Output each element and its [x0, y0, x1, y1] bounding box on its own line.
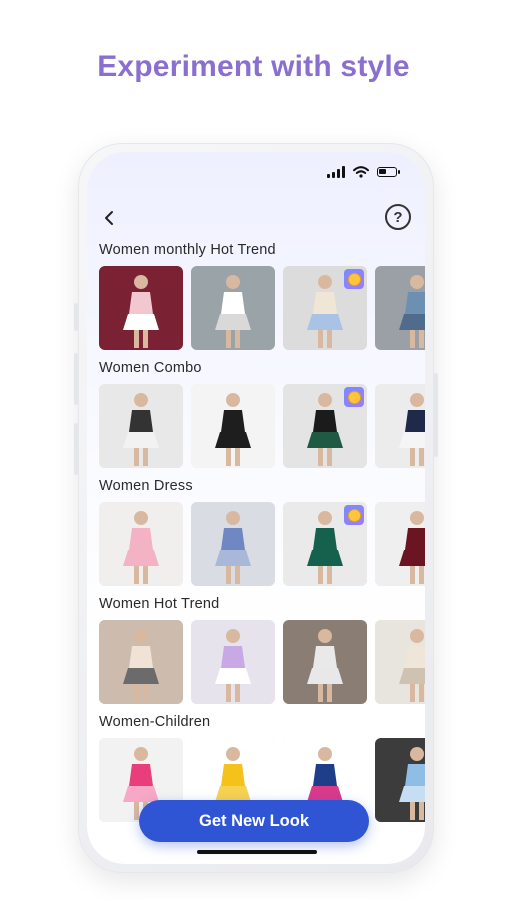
outfit-image — [191, 502, 275, 586]
coin-icon — [347, 508, 361, 522]
outfit-row — [99, 384, 425, 468]
outfit-thumbnail[interactable] — [375, 266, 425, 350]
outfit-image — [375, 266, 425, 350]
headline: Experiment with style — [97, 50, 410, 83]
outfit-image — [99, 502, 183, 586]
outfit-image — [375, 502, 425, 586]
outfit-thumbnail[interactable] — [99, 266, 183, 350]
coin-icon — [347, 272, 361, 286]
outfit-thumbnail[interactable] — [283, 502, 367, 586]
battery-icon — [377, 167, 400, 177]
outfit-thumbnail[interactable] — [283, 384, 367, 468]
outfit-thumbnail[interactable] — [99, 620, 183, 704]
outfit-image — [191, 266, 275, 350]
home-indicator — [197, 850, 317, 854]
outfit-thumbnail[interactable] — [375, 384, 425, 468]
premium-badge-icon — [344, 387, 364, 407]
outfit-thumbnail[interactable] — [191, 620, 275, 704]
outfit-image — [375, 738, 425, 822]
outfit-image — [191, 620, 275, 704]
outfit-section: Women Combo — [99, 358, 425, 468]
phone-frame: ? Women monthly Hot Trend Women Combo Wome… — [74, 143, 438, 873]
outfit-sections: Women monthly Hot Trend Women Combo Women … — [99, 240, 425, 830]
outfit-thumbnail[interactable] — [375, 502, 425, 586]
outfit-thumbnail[interactable] — [191, 266, 275, 350]
outfit-image — [99, 266, 183, 350]
section-title: Women-Children — [99, 714, 211, 730]
outfit-thumbnail[interactable] — [191, 384, 275, 468]
premium-badge-icon — [344, 269, 364, 289]
status-bar — [327, 166, 400, 178]
page: Experiment with style ? Women monthly Ho… — [0, 0, 507, 900]
phone-side-button — [74, 353, 78, 405]
help-button[interactable]: ? — [385, 204, 411, 230]
outfit-image — [375, 620, 425, 704]
section-title: Women monthly Hot Trend — [99, 242, 276, 258]
section-title: Women Combo — [99, 360, 202, 376]
phone-side-button — [74, 423, 78, 475]
outfit-thumbnail[interactable] — [375, 738, 425, 822]
outfit-row — [99, 502, 425, 586]
get-new-look-button[interactable]: Get New Look — [139, 800, 369, 842]
outfit-image — [99, 384, 183, 468]
outfit-thumbnail[interactable] — [375, 620, 425, 704]
outfit-thumbnail[interactable] — [283, 266, 367, 350]
outfit-thumbnail[interactable] — [99, 384, 183, 468]
outfit-image — [99, 620, 183, 704]
outfit-section: Women Dress — [99, 476, 425, 586]
wifi-icon — [353, 166, 369, 178]
outfit-section: Women monthly Hot Trend — [99, 240, 425, 350]
signal-icon — [327, 166, 345, 178]
outfit-thumbnail[interactable] — [99, 502, 183, 586]
outfit-image — [375, 384, 425, 468]
section-title: Women Dress — [99, 478, 193, 494]
back-button[interactable] — [97, 206, 121, 230]
coin-icon — [347, 390, 361, 404]
chevron-left-icon — [105, 211, 113, 225]
outfit-image — [283, 620, 367, 704]
section-title: Women Hot Trend — [99, 596, 220, 612]
premium-badge-icon — [344, 505, 364, 525]
outfit-thumbnail[interactable] — [283, 620, 367, 704]
outfit-thumbnail[interactable] — [191, 502, 275, 586]
outfit-section: Women Hot Trend — [99, 594, 425, 704]
phone-side-button — [434, 373, 438, 457]
top-nav: ? — [87, 202, 425, 232]
phone-screen: ? Women monthly Hot Trend Women Combo Wome… — [87, 152, 425, 864]
phone-side-button — [74, 303, 78, 331]
outfit-row — [99, 620, 425, 704]
outfit-row — [99, 266, 425, 350]
outfit-image — [191, 384, 275, 468]
